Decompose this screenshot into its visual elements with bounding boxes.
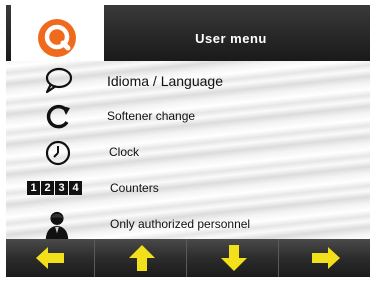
nav-forward-button[interactable] [282,239,370,277]
refresh-icon [46,104,70,129]
user-menu-screen: User menu Idioma / Language Softener cha… [6,5,370,277]
counter-digit: 4 [69,181,82,195]
technician-icon [45,211,69,239]
counter-digits-icon: 1 2 3 4 [27,181,82,195]
arrow-up-icon [129,245,155,271]
nav-down-button[interactable] [190,239,279,277]
menu-item-language[interactable]: Idioma / Language [6,63,370,98]
menu-item-clock[interactable]: Clock [6,135,370,170]
menu-item-label: Clock [109,145,140,159]
menu-item-softener-change[interactable]: Softener change [6,99,370,134]
header-bar: User menu [6,5,370,63]
arrow-down-icon [221,245,247,271]
page-title: User menu [195,31,267,46]
counter-digit: 3 [55,181,68,195]
menu-item-label: Only authorized personnel [110,217,251,231]
clock-icon [45,140,71,166]
arrow-right-icon [312,247,340,269]
menu-item-authorized-personnel[interactable]: Only authorized personnel [6,207,370,242]
counter-digit: 1 [27,181,40,195]
menu-list: Idioma / Language Softener change Clock … [6,61,370,239]
nav-back-button[interactable] [6,239,95,277]
logo-box [11,5,104,63]
counter-digit: 2 [41,181,54,195]
speech-bubble-icon [45,67,73,94]
menu-item-label: Softener change [107,109,196,123]
menu-item-label: Idioma / Language [107,73,223,89]
arrow-left-icon [36,247,64,269]
menu-item-label: Counters [110,181,159,195]
nav-up-button[interactable] [98,239,187,277]
navigation-bar [6,239,370,277]
search-logo-icon [38,19,76,57]
menu-item-counters[interactable]: 1 2 3 4 Counters [6,171,370,206]
